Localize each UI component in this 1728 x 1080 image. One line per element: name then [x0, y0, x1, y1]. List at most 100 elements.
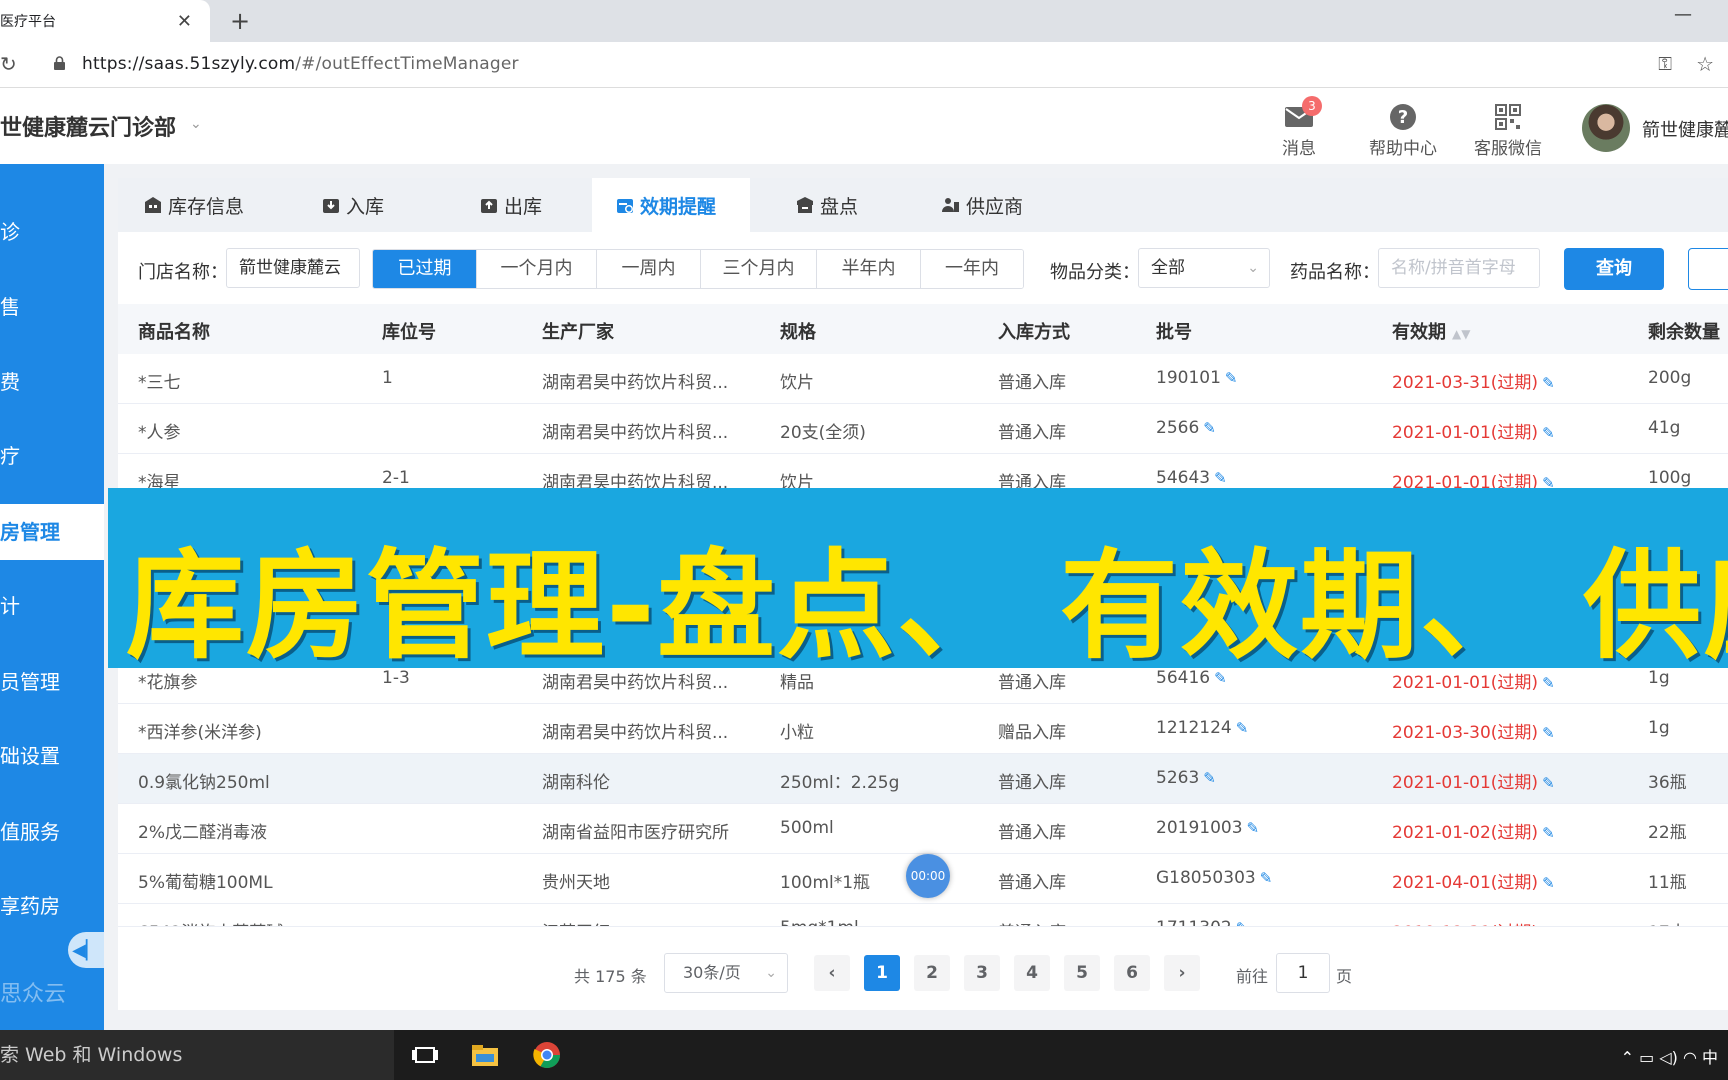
new-tab-icon[interactable]: + — [230, 7, 250, 35]
sidebar-item-treatment[interactable]: 疗 — [0, 428, 104, 484]
edit-pencil-icon[interactable]: ✎ — [1203, 419, 1216, 437]
tray-icons[interactable]: ⌃ ▭ ◁) ◠ — [1621, 1048, 1702, 1067]
table-header: 商品名称 库位号 生产厂家 规格 入库方式 批号 有效期 ▲▼ 剩余数量 — [118, 304, 1728, 354]
period-expired-button[interactable]: 已过期 — [373, 250, 477, 288]
cell-method: 普通入库 — [998, 668, 1066, 693]
sidebar-item-sales[interactable]: 售 — [0, 279, 104, 335]
edit-pencil-icon[interactable]: ✎ — [1247, 819, 1260, 837]
page-1[interactable]: 1 — [864, 955, 900, 991]
tab-stock-out[interactable]: 出库 — [480, 178, 542, 232]
page-3[interactable]: 3 — [964, 955, 1000, 991]
reload-icon[interactable]: ↻ — [0, 52, 17, 76]
table-row[interactable]: *人参 湖南君昊中药饮片科贸... 20支(全须) 普通入库 2566 ✎ 2021-01-… — [118, 404, 1728, 454]
cell-method: 普通入库 — [998, 818, 1066, 843]
url-field[interactable]: https://saas.51szyly.com/#/outEffectTime… — [82, 54, 519, 74]
cell-maker: 湖南君昊中药饮片科贸... — [542, 718, 728, 743]
collapse-sidebar-icon[interactable]: ◀▏ — [68, 932, 104, 968]
messages-button[interactable]: 3 消息 — [1254, 96, 1344, 159]
cell-batch: 56416 ✎ — [1156, 668, 1227, 688]
edit-pencil-icon[interactable]: ✎ — [1542, 874, 1555, 892]
period-one-year-button[interactable]: 一年内 — [921, 250, 1023, 288]
page-size-select[interactable]: 30条/页 ⌄ — [664, 953, 788, 993]
query-button[interactable]: 查询 — [1564, 248, 1664, 290]
ime-indicator[interactable]: 中 — [1702, 1048, 1718, 1067]
store-select[interactable]: 箭世健康麓云 — [226, 248, 360, 288]
cell-text: 41g — [1648, 418, 1681, 438]
chrome-icon[interactable] — [532, 1040, 562, 1070]
tab-stock-in[interactable]: 入库 — [322, 178, 384, 232]
sidebar-item-value-services[interactable]: 值服务 — [0, 804, 104, 860]
drug-name-input[interactable]: 名称/拼音首字母 — [1378, 248, 1540, 288]
period-half-year-button[interactable]: 半年内 — [817, 250, 921, 288]
sidebar-item-charges[interactable]: 费 — [0, 354, 104, 410]
edit-pencil-icon[interactable]: ✎ — [1225, 369, 1238, 387]
cell-batch: G18050303 ✎ — [1156, 868, 1272, 888]
page-4[interactable]: 4 — [1014, 955, 1050, 991]
wechat-service-button[interactable]: 客服微信 — [1463, 102, 1553, 159]
table-row[interactable]: 0.9氯化钠250ml 湖南科伦 250ml：2.25g 普通入库 5263 ✎ 2021-… — [118, 754, 1728, 804]
column-header-expiry[interactable]: 有效期 ▲▼ — [1392, 318, 1470, 344]
bookmark-star-icon[interactable]: ☆ — [1696, 52, 1714, 76]
taskbar-search[interactable]: 索 Web 和 Windows — [0, 1030, 394, 1080]
cell-name: 5%葡萄糖100ML — [138, 868, 273, 893]
task-view-icon[interactable] — [410, 1040, 440, 1070]
sidebar-item-settings[interactable]: 础设置 — [0, 728, 104, 784]
edit-pencil-icon[interactable]: ✎ — [1236, 919, 1249, 926]
column-header: 库位号 — [382, 322, 436, 343]
page-6[interactable]: 6 — [1114, 955, 1150, 991]
goto-page-input[interactable]: 1 — [1276, 953, 1330, 993]
edit-pencil-icon[interactable]: ✎ — [1260, 869, 1273, 887]
tab-supplier[interactable]: 供应商 — [942, 178, 1023, 232]
export-button[interactable]: 导出 — [1688, 248, 1728, 290]
sidebar-item-warehouse[interactable]: 房管理 — [0, 504, 104, 560]
table-row[interactable]: *三七 1 湖南君昊中药饮片科贸... 饮片 普通入库 190101 ✎ 2021-03-31… — [118, 354, 1728, 404]
edit-pencil-icon[interactable]: ✎ — [1542, 424, 1555, 442]
table-row[interactable]: 6542消旋山莨菪碱 江苏天红 5mg*1ml 普通入库 1711302 ✎ 2019-12… — [118, 904, 1728, 926]
period-three-months-button[interactable]: 三个月内 — [701, 250, 817, 288]
edit-pencil-icon[interactable]: ✎ — [1542, 774, 1555, 792]
sidebar-item-stats[interactable]: 计 — [0, 578, 104, 634]
key-icon[interactable]: ⚿ — [1658, 54, 1672, 75]
cell-text: 2-1 — [382, 468, 410, 488]
tab-expiry-reminder[interactable]: 效期提醒 — [592, 178, 750, 232]
sidebar-item-staff[interactable]: 员管理 — [0, 654, 104, 710]
clinic-name[interactable]: 世健康麓云门诊部 — [0, 110, 176, 142]
category-select[interactable]: 全部 ⌄ — [1138, 248, 1270, 288]
table-row[interactable]: 2%戊二醛消毒液 湖南省益阳市医疗研究所 500ml 普通入库 20191003 ✎ 202… — [118, 804, 1728, 854]
next-page-icon[interactable]: › — [1164, 955, 1200, 991]
avatar[interactable] — [1582, 104, 1630, 152]
prev-page-icon[interactable]: ‹ — [814, 955, 850, 991]
minimize-icon[interactable]: — — [1674, 4, 1692, 25]
edit-pencil-icon[interactable]: ✎ — [1203, 769, 1216, 787]
edit-pencil-icon[interactable]: ✎ — [1214, 469, 1227, 487]
sort-icon[interactable]: ▲▼ — [1452, 327, 1470, 341]
table-row[interactable]: *西洋参(米洋参) 湖南君昊中药饮片科贸... 小粒 赠品入库 1212124 ✎ 2021… — [118, 704, 1728, 754]
cell-text: 湖南科伦 — [542, 773, 610, 793]
chevron-down-icon[interactable]: ⌄ — [190, 116, 202, 132]
period-one-month-button[interactable]: 一个月内 — [477, 250, 597, 288]
recording-timer[interactable]: 00:00 — [906, 854, 950, 898]
page-2[interactable]: 2 — [914, 955, 950, 991]
edit-pencil-icon[interactable]: ✎ — [1542, 374, 1555, 392]
close-tab-icon[interactable]: ✕ — [177, 11, 192, 32]
help-center-button[interactable]: ? 帮助中心 — [1358, 102, 1448, 159]
edit-pencil-icon[interactable]: ✎ — [1542, 724, 1555, 742]
column-header: 商品名称 — [138, 322, 210, 343]
user-name[interactable]: 箭世健康麓 — [1642, 116, 1728, 142]
edit-pencil-icon[interactable]: ✎ — [1214, 669, 1227, 687]
sidebar-item-shared-pharmacy[interactable]: 享药房 — [0, 878, 104, 934]
period-one-week-button[interactable]: 一周内 — [597, 250, 701, 288]
tab-label: 效期提醒 — [640, 195, 717, 218]
browser-tab[interactable]: 医疗平台 ✕ — [0, 0, 210, 42]
tab-inventory-check[interactable]: 盘点 — [796, 178, 858, 232]
file-explorer-icon[interactable] — [470, 1040, 500, 1070]
cell-text: 5%葡萄糖100ML — [138, 873, 273, 893]
sidebar-item-clinic[interactable]: 诊 — [0, 204, 104, 260]
edit-pencil-icon[interactable]: ✎ — [1236, 719, 1249, 737]
messages-label: 消息 — [1282, 139, 1316, 159]
edit-pencil-icon[interactable]: ✎ — [1542, 824, 1555, 842]
page-5[interactable]: 5 — [1064, 955, 1100, 991]
tab-label: 入库 — [346, 195, 385, 218]
tab-stock-info[interactable]: 库存信息 — [144, 178, 244, 232]
edit-pencil-icon[interactable]: ✎ — [1542, 674, 1555, 692]
